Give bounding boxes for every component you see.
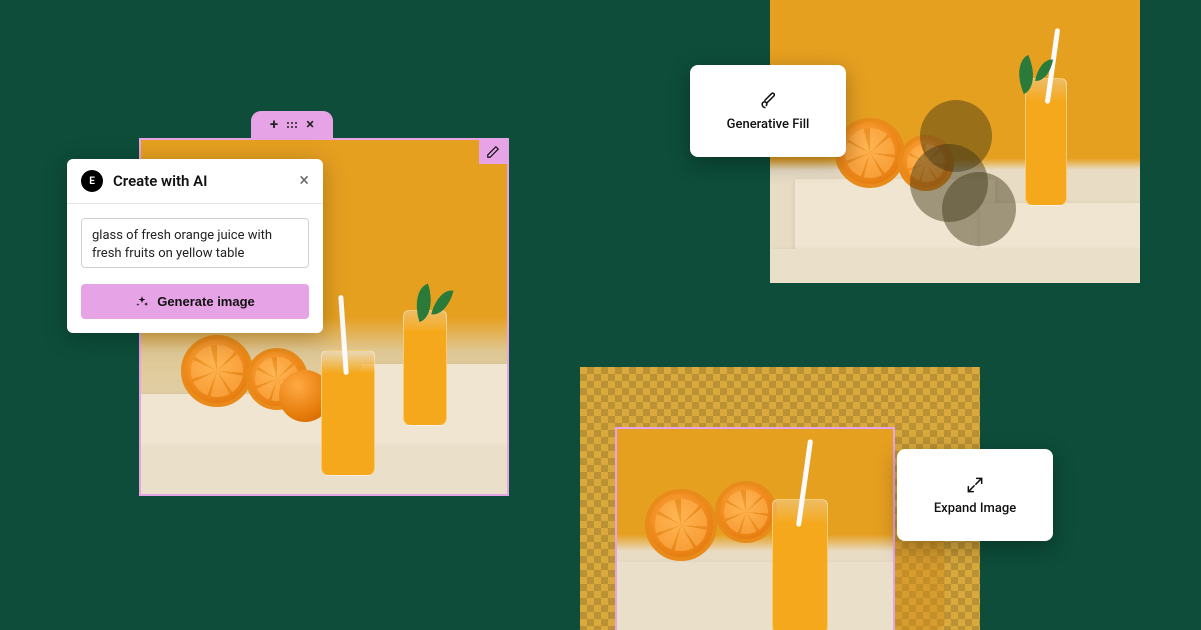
panel-tab-handle[interactable]: + ×: [251, 111, 333, 138]
plus-icon[interactable]: +: [270, 117, 278, 132]
generate-button-label: Generate image: [157, 294, 255, 309]
expand-image-label: Expand Image: [934, 501, 1016, 516]
close-icon[interactable]: ×: [299, 172, 309, 190]
brush-icon: [758, 91, 778, 111]
generative-fill-label: Generative Fill: [727, 117, 810, 132]
elementor-logo-icon: E: [81, 170, 103, 192]
create-ai-popover: E Create with AI × Generate image: [67, 159, 323, 333]
generative-fill-card[interactable]: Generative Fill: [690, 65, 846, 157]
expand-icon: [965, 475, 985, 495]
fill-selection-mask[interactable]: [920, 100, 1010, 260]
close-icon[interactable]: ×: [306, 117, 314, 132]
original-image-area[interactable]: [615, 427, 895, 630]
sparkles-icon: [135, 295, 149, 309]
popover-header: E Create with AI ×: [67, 159, 323, 204]
prompt-input[interactable]: [81, 218, 309, 268]
expand-image-card[interactable]: Expand Image: [897, 449, 1053, 541]
popover-title: Create with AI: [113, 172, 207, 190]
generate-image-button[interactable]: Generate image: [81, 284, 309, 319]
drag-icon[interactable]: [287, 122, 297, 128]
